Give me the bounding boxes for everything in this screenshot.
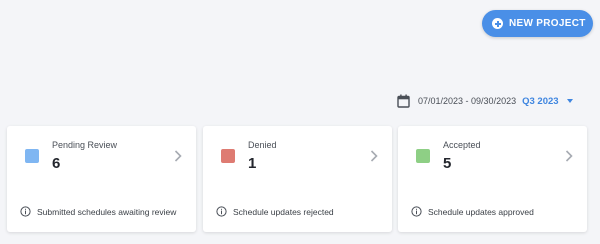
quarter-label: Q3 2023 <box>522 95 559 107</box>
quarter-select[interactable]: Q3 2023 <box>522 95 573 107</box>
plus-circle-icon <box>492 18 503 29</box>
card-count: 1 <box>248 155 257 172</box>
info-icon <box>411 206 422 217</box>
card-title: Accepted <box>443 140 481 150</box>
card-info: Schedule updates rejected <box>216 206 334 217</box>
chevron-right-icon <box>174 150 182 162</box>
card-info: Schedule updates approved <box>411 206 534 217</box>
calendar-icon <box>397 94 410 108</box>
date-filter: 07/01/2023 - 09/30/2023 Q3 2023 <box>397 94 573 108</box>
info-icon <box>20 206 31 217</box>
card-title: Pending Review <box>52 140 118 150</box>
status-card-accepted[interactable]: Accepted 5 Schedule updates approved <box>398 126 587 232</box>
new-project-button[interactable]: NEW PROJECT <box>482 10 593 37</box>
card-title: Denied <box>248 140 277 150</box>
card-description: Submitted schedules awaiting review <box>37 206 177 217</box>
denied-color-swatch <box>221 149 235 163</box>
new-project-label: NEW PROJECT <box>509 18 586 29</box>
caret-down-icon <box>566 99 573 103</box>
date-range-text: 07/01/2023 - 09/30/2023 <box>418 96 517 106</box>
card-info: Submitted schedules awaiting review <box>20 206 176 217</box>
info-icon <box>216 206 227 217</box>
card-description: Schedule updates approved <box>428 206 534 217</box>
card-count: 5 <box>443 155 452 172</box>
chevron-right-icon <box>370 150 378 162</box>
status-card-pending-review[interactable]: Pending Review 6 Submitted schedules awa… <box>7 126 196 232</box>
pending-color-swatch <box>25 149 39 163</box>
accepted-color-swatch <box>416 149 430 163</box>
status-card-denied[interactable]: Denied 1 Schedule updates rejected <box>203 126 392 232</box>
card-count: 6 <box>52 155 61 172</box>
chevron-right-icon <box>565 150 573 162</box>
card-description: Schedule updates rejected <box>233 206 334 217</box>
